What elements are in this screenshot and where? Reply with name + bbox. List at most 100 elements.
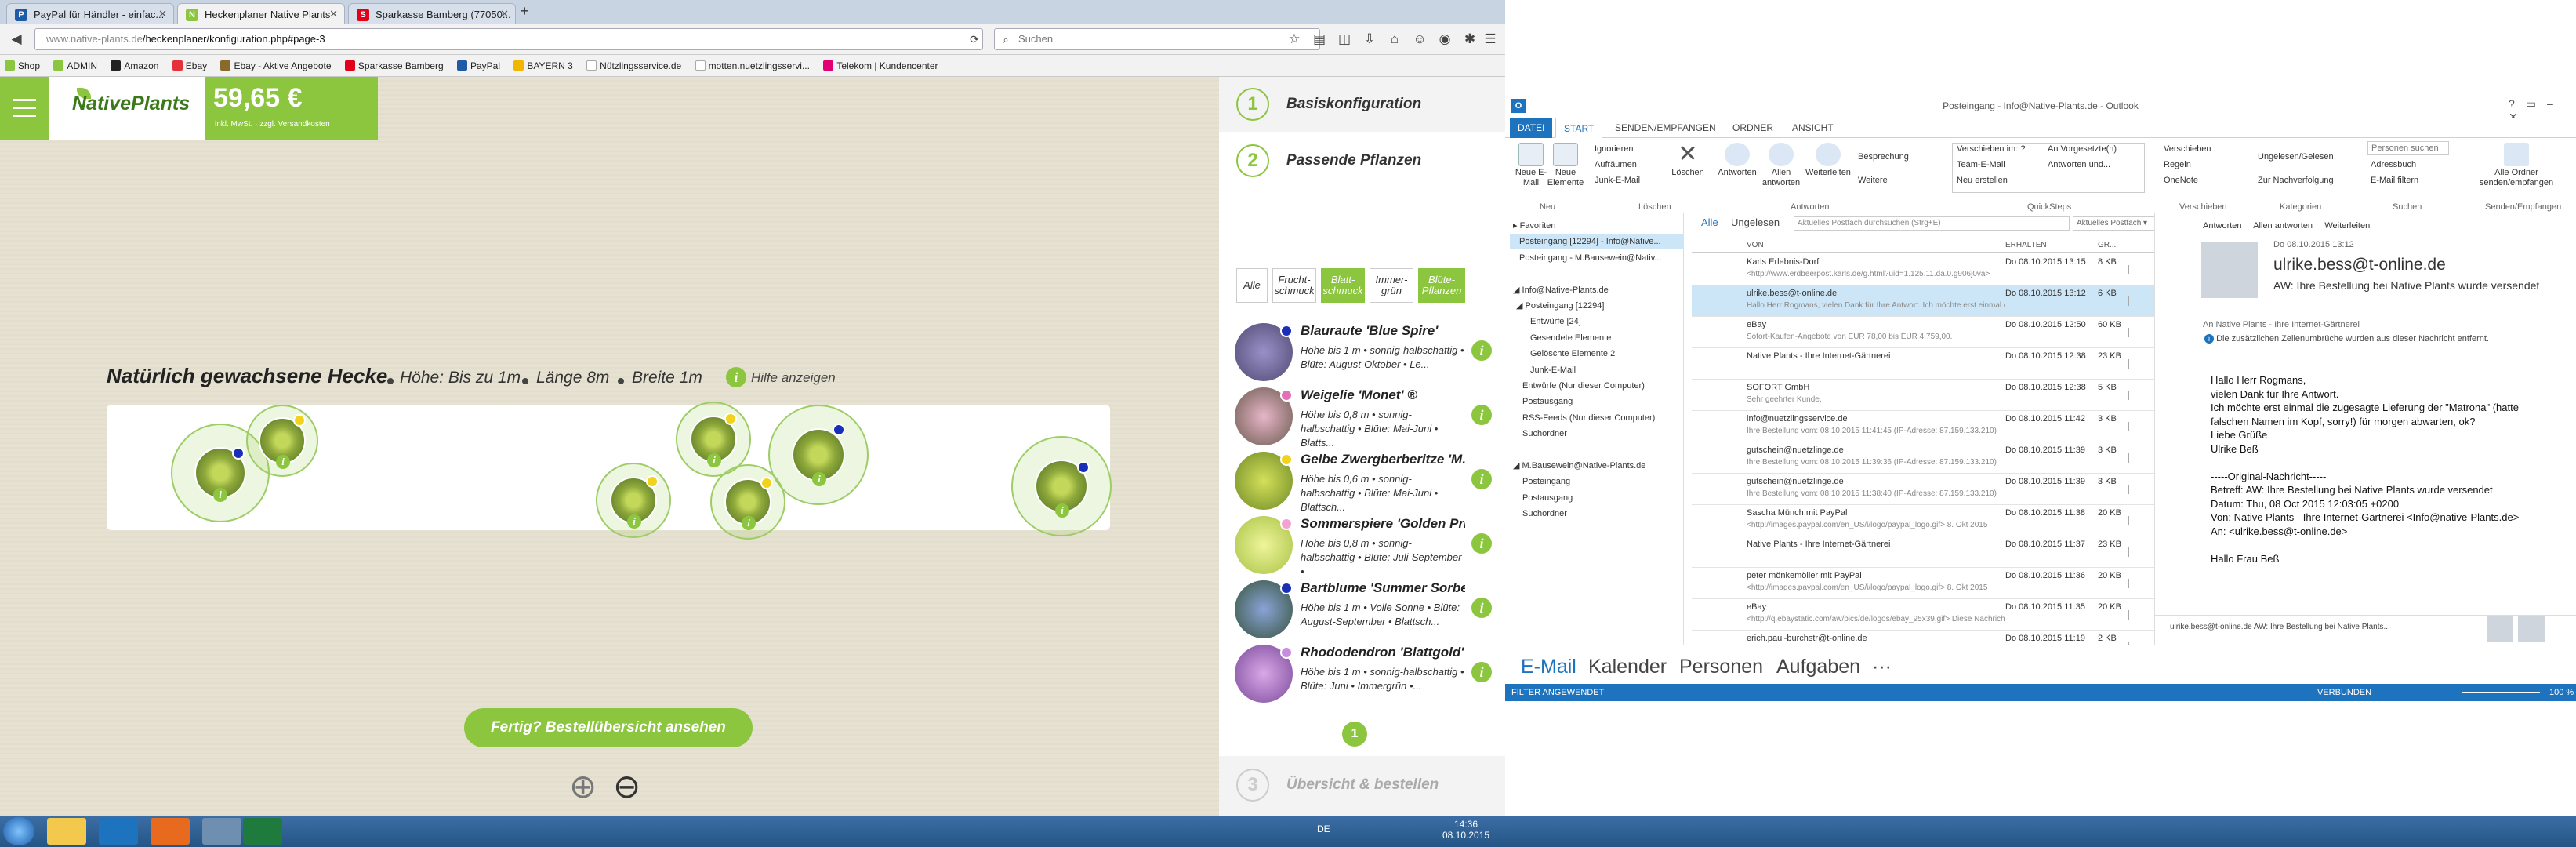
folder-item[interactable]: RSS-Feeds (Nur dieser Computer) [1510, 410, 1689, 426]
help-link[interactable]: Hilfe anzeigen [751, 370, 836, 386]
mail-row[interactable]: Native Plants - Ihre Internet-Gärtnerei D… [1692, 348, 2154, 380]
filter-email-button[interactable]: E-Mail filtern [2371, 173, 2418, 188]
download-icon[interactable]: ⇩ [1361, 31, 1378, 48]
mail-row[interactable]: Karls Erlebnis-Dorf <http://www.erdbeerpo… [1692, 254, 2154, 285]
bookmark-shop[interactable]: Shop [5, 55, 40, 77]
menu-datei[interactable]: DATEI [1510, 118, 1553, 138]
mail-row[interactable]: eBay <http://q.ebaystatic.com/aw/pics/de/… [1692, 599, 2154, 631]
library-icon[interactable]: ▤ [1311, 31, 1328, 48]
mail-row[interactable]: ulrike.bess@t-online.de Hallo Herr Rogman… [1692, 285, 2154, 317]
step-basis[interactable]: 1 Basiskonfiguration [1219, 77, 1505, 132]
meeting-button[interactable]: Besprechung [1858, 149, 1909, 165]
site-logo[interactable]: NativePlants [49, 77, 205, 140]
quickstep-move[interactable]: Verschieben im: ? [1957, 141, 2025, 157]
menu-start[interactable]: START [1555, 118, 1603, 138]
filter-all-tab[interactable]: Alle [1701, 216, 1718, 228]
search-input[interactable]: Suchen [994, 28, 1320, 50]
flag-icon[interactable] [2128, 579, 2137, 588]
quickstep-new[interactable]: Neu erstellen [1957, 173, 2008, 188]
filter-evergreen[interactable]: Immer- grün [1370, 268, 1413, 303]
followup-button[interactable]: Zur Nachverfolgung [2258, 173, 2334, 188]
bookmark-nuetzlingsservice[interactable]: Nützlingsservice.de [586, 55, 681, 77]
plant-info-icon[interactable]: i [812, 472, 826, 486]
plant-info-icon[interactable]: i [627, 514, 641, 529]
addon-icon[interactable]: ◉ [1436, 31, 1453, 48]
plant-list-item[interactable]: Weigelie 'Monet' ® Höhe bis 0,8 m • sonni… [1235, 386, 1501, 449]
start-button[interactable] [3, 817, 34, 845]
folder-item[interactable]: Postausgang [1510, 394, 1689, 409]
mail-row[interactable]: Sascha Münch mit PayPal <http://images.pa… [1692, 505, 2154, 536]
reading-forward-button[interactable]: Weiterleiten [2324, 221, 2370, 231]
flag-icon[interactable] [2128, 453, 2137, 463]
step-order[interactable]: 3 Übersicht & bestellen [1219, 756, 1505, 816]
bookmark-motten[interactable]: motten.nuetzlingsservi... [695, 55, 810, 77]
plant-list-item[interactable]: Sommerspiere 'Golden Pri... Höhe bis 0,8 … [1235, 514, 1501, 577]
flag-icon[interactable] [2128, 391, 2137, 400]
junk-button[interactable]: Junk-E-Mail [1595, 173, 1640, 188]
plant-list-item[interactable]: Bartblume 'Summer Sorbe... Höhe bis 1 m •… [1235, 579, 1501, 642]
folder-item[interactable]: ◢ M.Bausewein@Native-Plants.de [1510, 458, 1689, 474]
plant-info-icon[interactable]: i [742, 516, 756, 530]
reload-icon[interactable]: ⟳ [966, 31, 983, 48]
help-info-icon[interactable]: i [726, 367, 746, 387]
quickstep-team[interactable]: Team-E-Mail [1957, 157, 2005, 173]
quickstep-manager[interactable]: An Vorgesetzte(n) [2048, 141, 2117, 157]
flag-icon[interactable] [2128, 359, 2137, 369]
close-icon[interactable]: ✕ [329, 8, 338, 20]
bookmark-amazon[interactable]: Amazon [111, 55, 158, 77]
rules-button[interactable]: Regeln [2164, 157, 2191, 173]
ignore-button[interactable]: Ignorieren [1595, 141, 1634, 157]
folder-item[interactable]: ◢ Info@Native-Plants.de [1510, 282, 1689, 298]
cleanup-button[interactable]: Aufräumen [1595, 157, 1637, 173]
url-bar[interactable]: www.native-plants.de/heckenplaner/konfig… [34, 28, 983, 50]
folder-item[interactable]: Entwürfe [24] [1510, 314, 1689, 329]
plant-info-icon[interactable]: i [1471, 598, 1492, 618]
reading-reply-button[interactable]: Antworten [2203, 221, 2242, 231]
explorer-taskbar-icon[interactable] [47, 818, 86, 845]
plant-info-icon[interactable]: i [707, 453, 721, 467]
home-icon[interactable]: ⌂ [1386, 31, 1403, 48]
folder-item[interactable]: Postausgang [1510, 490, 1689, 506]
flag-icon[interactable] [2128, 485, 2137, 494]
plant-info-icon[interactable]: i [213, 488, 227, 502]
bookmark-ebay-active[interactable]: Ebay - Aktive Angebote [220, 55, 332, 77]
close-icon[interactable]: ✕ [500, 8, 509, 20]
unread-button[interactable]: Ungelesen/Gelesen [2258, 149, 2334, 165]
mail-row[interactable]: peter mönkemöller mit PayPal <http://imag… [1692, 568, 2154, 599]
menu-icon[interactable]: ☰ [1482, 31, 1499, 48]
more-button[interactable]: Weitere [1858, 173, 1888, 188]
order-overview-button[interactable]: Fertig? Bestellübersicht ansehen [464, 708, 753, 747]
bookmark-ebay[interactable]: Ebay [172, 55, 207, 77]
mail-row[interactable]: Native Plants - Ihre Internet-Gärtnerei D… [1692, 536, 2154, 568]
filter-all[interactable]: Alle [1236, 268, 1268, 303]
new-email-button[interactable]: Neue E-Mail [1511, 143, 1551, 188]
plant-info-icon[interactable]: i [276, 455, 290, 469]
addressbook-button[interactable]: Adressbuch [2371, 157, 2416, 173]
forward-button[interactable]: Weiterleiten [1805, 143, 1852, 178]
folder-item[interactable]: Posteingang [1510, 474, 1689, 489]
hedge-plant[interactable]: i [596, 463, 671, 538]
flag-icon[interactable] [2128, 296, 2137, 306]
bookmark-telekom[interactable]: Telekom | Kundencenter [823, 55, 938, 77]
clock[interactable]: 14:36 08.10.2015 [1442, 819, 1489, 841]
flag-icon[interactable] [2128, 516, 2137, 525]
filter-unread-tab[interactable]: Ungelesen [1731, 216, 1780, 228]
folder-item[interactable]: Entwürfe (Nur dieser Computer) [1510, 378, 1689, 394]
nav-calendar[interactable]: Kalender [1588, 656, 1667, 678]
people-search-input[interactable]: Personen suchen [2367, 141, 2449, 155]
folder-item[interactable]: Gesendete Elemente [1510, 330, 1689, 346]
plant-info-icon[interactable]: i [1055, 503, 1069, 518]
menu-ansicht[interactable]: ANSICHT [1784, 118, 1841, 138]
folder-item[interactable]: ◢ Posteingang [12294] [1510, 298, 1689, 314]
bookmark-bayern3[interactable]: BAYERN 3 [513, 55, 573, 77]
quickstep-reply[interactable]: Antworten und... [2048, 157, 2110, 173]
plant-info-icon[interactable]: i [1471, 405, 1492, 425]
filter-flower[interactable]: Blüte- Pflanzen [1418, 268, 1465, 303]
outlook-taskbar-icon[interactable] [99, 818, 138, 845]
chat-icon[interactable]: ☺ [1411, 31, 1428, 48]
star-icon[interactable]: ☆ [1286, 31, 1303, 48]
reply-button[interactable]: Antworten [1717, 143, 1758, 178]
app-taskbar-icon[interactable] [202, 818, 241, 845]
mail-row[interactable]: gutschein@nuetzlinge.de Ihre Bestellung v… [1692, 442, 2154, 474]
tab-heckenplaner[interactable]: N Heckenplaner Native Plants ✕ [177, 3, 345, 24]
